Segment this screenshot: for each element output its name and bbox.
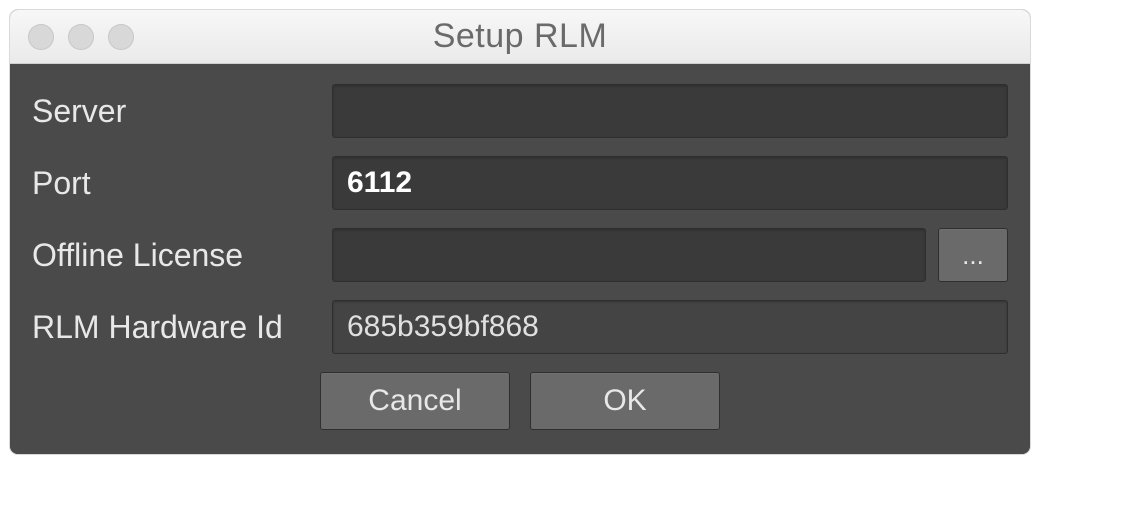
setup-rlm-window: Setup RLM Server Port Offline License ..… <box>10 10 1030 454</box>
hardware-id-row: RLM Hardware Id <box>32 300 1008 354</box>
server-input[interactable] <box>332 84 1008 138</box>
server-label: Server <box>32 93 332 130</box>
offline-license-label: Offline License <box>32 237 332 274</box>
zoom-icon[interactable] <box>108 24 134 50</box>
minimize-icon[interactable] <box>68 24 94 50</box>
window-title: Setup RLM <box>433 17 608 56</box>
port-label: Port <box>32 165 332 202</box>
dialog-buttons: Cancel OK <box>32 372 1008 430</box>
port-row: Port <box>32 156 1008 210</box>
window-controls <box>28 24 134 50</box>
ok-button[interactable]: OK <box>530 372 720 430</box>
server-row: Server <box>32 84 1008 138</box>
browse-button[interactable]: ... <box>938 228 1008 282</box>
port-input[interactable] <box>332 156 1008 210</box>
offline-license-input[interactable] <box>332 228 926 282</box>
cancel-button[interactable]: Cancel <box>320 372 510 430</box>
close-icon[interactable] <box>28 24 54 50</box>
titlebar: Setup RLM <box>10 10 1030 64</box>
offline-license-row: Offline License ... <box>32 228 1008 282</box>
hardware-id-label: RLM Hardware Id <box>32 309 332 346</box>
dialog-content: Server Port Offline License ... RLM Hard… <box>10 64 1030 454</box>
hardware-id-field <box>332 300 1008 354</box>
